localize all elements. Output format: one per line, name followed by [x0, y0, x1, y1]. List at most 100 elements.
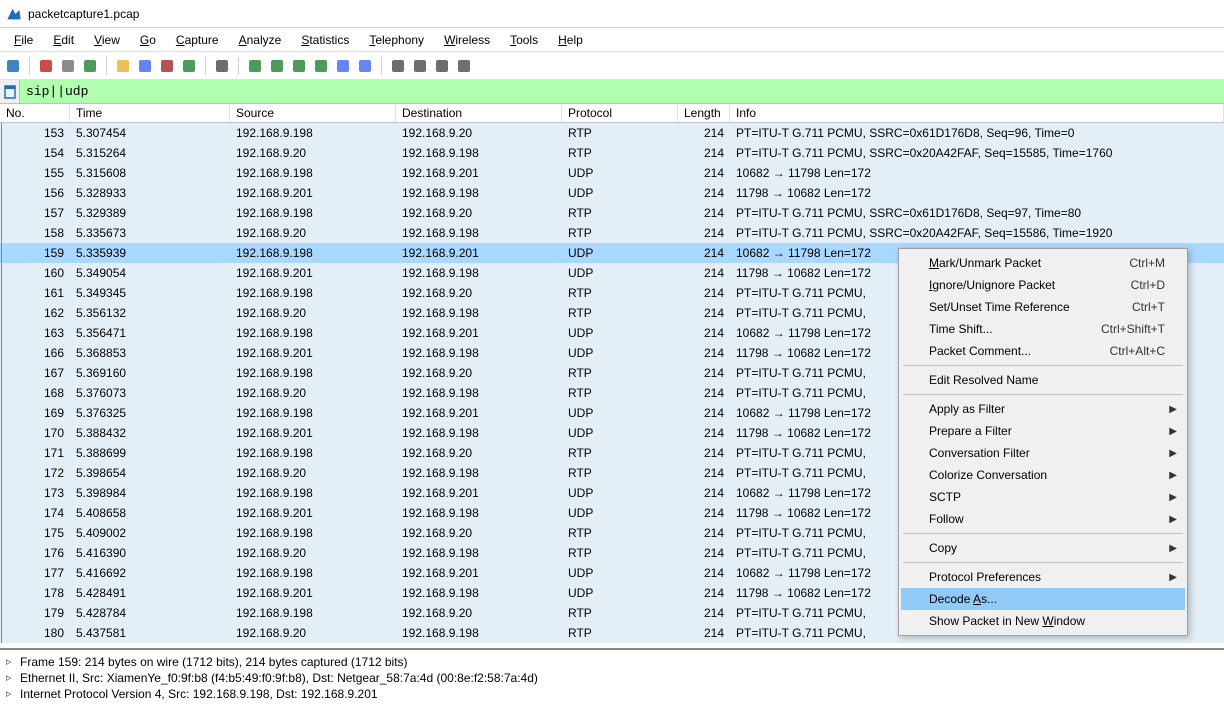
- cell-destination: 192.168.9.20: [396, 285, 562, 301]
- related-packet-indicator: [1, 463, 9, 483]
- column-header-time[interactable]: Time: [70, 104, 230, 122]
- submenu-arrow-icon: ▶: [1169, 470, 1177, 481]
- reload-icon[interactable]: [180, 57, 198, 75]
- menu-separator: [903, 562, 1183, 563]
- context-menu-item[interactable]: Show Packet in New Window: [901, 610, 1185, 632]
- related-packet-indicator: [1, 383, 9, 403]
- cell-no: 158: [0, 225, 70, 241]
- cell-length: 214: [678, 265, 730, 281]
- arrow-left-icon[interactable]: [246, 57, 264, 75]
- menu-tools[interactable]: Tools: [500, 30, 548, 50]
- context-menu-item[interactable]: Set/Unset Time ReferenceCtrl+T: [901, 296, 1185, 318]
- stop-icon[interactable]: [59, 57, 77, 75]
- context-menu-item[interactable]: Protocol Preferences▶: [901, 566, 1185, 588]
- cell-length: 214: [678, 245, 730, 261]
- menu-file[interactable]: File: [4, 30, 43, 50]
- colorize-icon[interactable]: [356, 57, 374, 75]
- context-menu-item[interactable]: Mark/Unmark PacketCtrl+M: [901, 252, 1185, 274]
- context-menu-item[interactable]: Copy▶: [901, 537, 1185, 559]
- menu-go[interactable]: Go: [130, 30, 166, 50]
- folder-open-icon[interactable]: [114, 57, 132, 75]
- zoom-out-icon[interactable]: [411, 57, 429, 75]
- menu-edit[interactable]: Edit: [43, 30, 84, 50]
- menu-wireless[interactable]: Wireless: [434, 30, 500, 50]
- cell-no: 154: [0, 145, 70, 161]
- cell-destination: 192.168.9.198: [396, 305, 562, 321]
- context-menu-item[interactable]: Decode As...: [901, 588, 1185, 610]
- context-menu-item[interactable]: Packet Comment...Ctrl+Alt+C: [901, 340, 1185, 362]
- menu-view[interactable]: View: [84, 30, 130, 50]
- cell-time: 5.376325: [70, 405, 230, 421]
- menu-telephony[interactable]: Telephony: [359, 30, 434, 50]
- cell-destination: 192.168.9.20: [396, 205, 562, 221]
- menu-item-label: Decode As...: [929, 592, 1165, 606]
- related-packet-indicator: [1, 123, 9, 143]
- filter-bookmark-icon[interactable]: [0, 80, 20, 103]
- packet-row[interactable]: 1535.307454192.168.9.198192.168.9.20RTP2…: [0, 123, 1224, 143]
- jump-first-icon[interactable]: [290, 57, 308, 75]
- packet-row[interactable]: 1575.329389192.168.9.198192.168.9.20RTP2…: [0, 203, 1224, 223]
- details-tree-node[interactable]: Ethernet II, Src: XiamenYe_f0:9f:b8 (f4:…: [2, 670, 1222, 686]
- menu-capture[interactable]: Capture: [166, 30, 229, 50]
- column-header-destination[interactable]: Destination: [396, 104, 562, 122]
- context-menu-item[interactable]: Colorize Conversation ▶: [901, 464, 1185, 486]
- menu-help[interactable]: Help: [548, 30, 593, 50]
- close-icon[interactable]: [158, 57, 176, 75]
- restart-icon[interactable]: [81, 57, 99, 75]
- display-filter-input[interactable]: [20, 80, 1224, 103]
- circle-record-icon[interactable]: [37, 57, 55, 75]
- cell-protocol: RTP: [562, 145, 678, 161]
- cell-destination: 192.168.9.201: [396, 245, 562, 261]
- menu-analyze[interactable]: Analyze: [229, 30, 292, 50]
- shark-fin-icon[interactable]: [4, 57, 22, 75]
- cell-length: 214: [678, 225, 730, 241]
- context-menu-item[interactable]: Time Shift...Ctrl+Shift+T: [901, 318, 1185, 340]
- context-menu-item[interactable]: Edit Resolved Name: [901, 369, 1185, 391]
- cell-length: 214: [678, 485, 730, 501]
- cell-time: 5.368853: [70, 345, 230, 361]
- packet-details-pane[interactable]: Frame 159: 214 bytes on wire (1712 bits)…: [0, 648, 1224, 723]
- cell-destination: 192.168.9.198: [396, 385, 562, 401]
- cell-destination: 192.168.9.198: [396, 625, 562, 641]
- cell-no: 176: [0, 545, 70, 561]
- column-header-source[interactable]: Source: [230, 104, 396, 122]
- packet-row[interactable]: 1565.328933192.168.9.201192.168.9.198UDP…: [0, 183, 1224, 203]
- packet-row[interactable]: 1545.315264192.168.9.20192.168.9.198RTP2…: [0, 143, 1224, 163]
- cell-no: 166: [0, 345, 70, 361]
- packet-row[interactable]: 1555.315608192.168.9.198192.168.9.201UDP…: [0, 163, 1224, 183]
- context-menu-item[interactable]: Conversation Filter▶: [901, 442, 1185, 464]
- cell-protocol: RTP: [562, 605, 678, 621]
- related-packet-indicator: [1, 563, 9, 583]
- cell-time: 5.409002: [70, 525, 230, 541]
- packet-row[interactable]: 1585.335673192.168.9.20192.168.9.198RTP2…: [0, 223, 1224, 243]
- cell-destination: 192.168.9.201: [396, 485, 562, 501]
- cell-length: 214: [678, 505, 730, 521]
- cell-length: 214: [678, 525, 730, 541]
- context-menu-item[interactable]: Ignore/Unignore PacketCtrl+D: [901, 274, 1185, 296]
- column-header-length[interactable]: Length: [678, 104, 730, 122]
- jump-last-icon[interactable]: [312, 57, 330, 75]
- details-tree-node[interactable]: Frame 159: 214 bytes on wire (1712 bits)…: [2, 654, 1222, 670]
- arrow-right-icon[interactable]: [268, 57, 286, 75]
- column-header-protocol[interactable]: Protocol: [562, 104, 678, 122]
- zoom-in-icon[interactable]: [389, 57, 407, 75]
- menu-separator: [903, 365, 1183, 366]
- cell-info: PT=ITU-T G.711 PCMU, SSRC=0x20A42FAF, Se…: [730, 145, 1224, 161]
- column-header-no[interactable]: No.: [0, 104, 70, 122]
- context-menu-item[interactable]: SCTP▶: [901, 486, 1185, 508]
- context-menu-item[interactable]: Follow▶: [901, 508, 1185, 530]
- search-icon[interactable]: [213, 57, 231, 75]
- zoom-reset-icon[interactable]: [433, 57, 451, 75]
- autoscroll-icon[interactable]: [334, 57, 352, 75]
- display-filter-bar: [0, 80, 1224, 104]
- cell-source: 192.168.9.198: [230, 565, 396, 581]
- menu-item-label: Colorize Conversation: [929, 468, 1165, 482]
- context-menu-item[interactable]: Prepare a Filter▶: [901, 420, 1185, 442]
- menu-statistics[interactable]: Statistics: [291, 30, 359, 50]
- details-tree-node[interactable]: Internet Protocol Version 4, Src: 192.16…: [2, 686, 1222, 702]
- cell-destination: 192.168.9.198: [396, 585, 562, 601]
- save-icon[interactable]: [136, 57, 154, 75]
- column-header-info[interactable]: Info: [730, 104, 1224, 122]
- resize-columns-icon[interactable]: [455, 57, 473, 75]
- context-menu-item[interactable]: Apply as Filter▶: [901, 398, 1185, 420]
